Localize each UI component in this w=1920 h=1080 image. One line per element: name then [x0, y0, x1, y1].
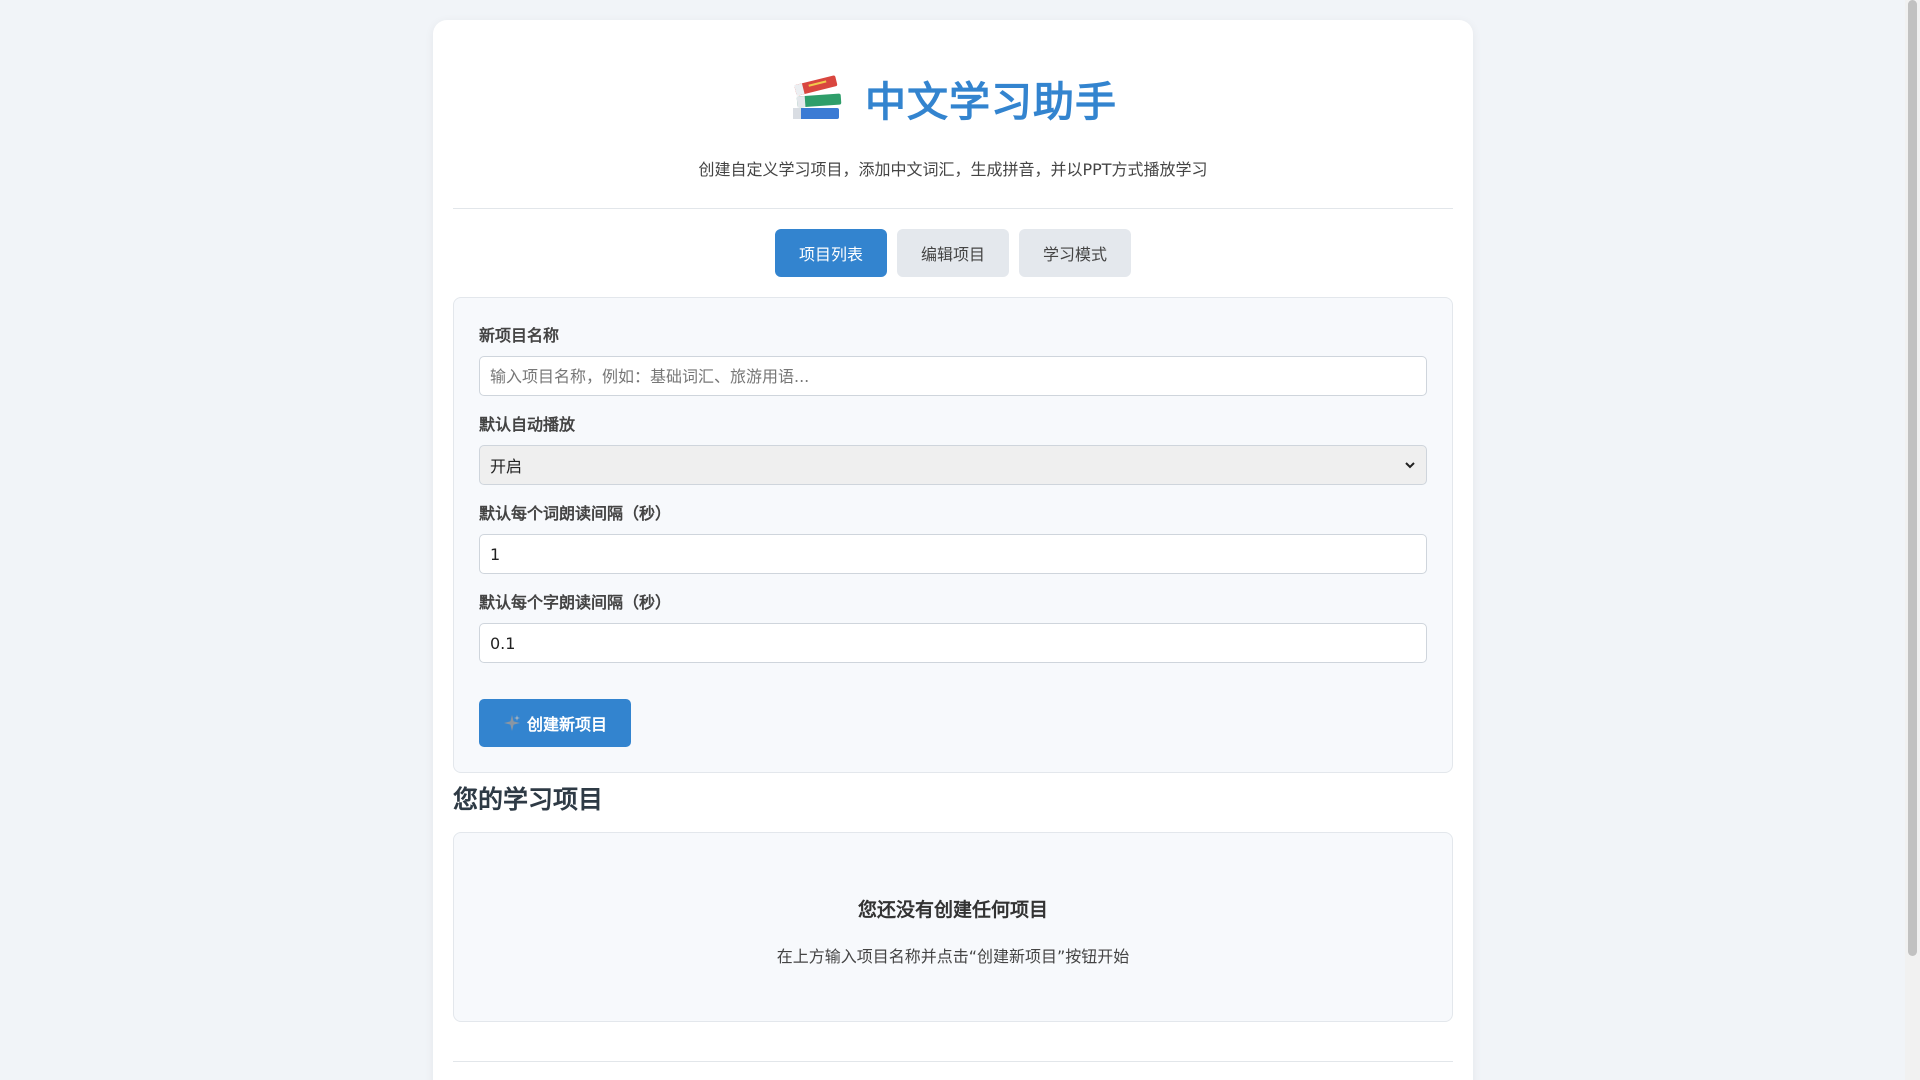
autoplay-selected-value: 开启 [490, 457, 523, 476]
tab-study-mode[interactable]: 学习模式 [1019, 229, 1131, 277]
project-name-label: 新项目名称 [479, 326, 560, 345]
scrollbar-thumb[interactable] [1908, 0, 1917, 956]
empty-projects-panel: 您还没有创建任何项目 在上方输入项目名称并点击“创建新项目”按钮开始 [453, 832, 1453, 1022]
page-scrollbar[interactable] [1905, 0, 1920, 1080]
footer-divider [453, 1061, 1453, 1062]
empty-state-hint: 在上方输入项目名称并点击“创建新项目”按钮开始 [776, 947, 1130, 966]
tab-project-list[interactable]: 项目列表 [775, 229, 887, 277]
project-name-input[interactable] [479, 356, 1427, 396]
main-card: 中文学习助手 创建自定义学习项目，添加中文词汇，生成拼音，并以PPT方式播放学习… [433, 20, 1473, 1080]
chevron-down-icon [1405, 462, 1415, 469]
autoplay-label: 默认自动播放 [479, 415, 576, 434]
header-divider [453, 208, 1453, 209]
autoplay-select[interactable]: 开启 [479, 445, 1427, 485]
tab-bar: 项目列表 编辑项目 学习模式 [433, 229, 1473, 277]
char-interval-label: 默认每个字朗读间隔（秒） [479, 593, 672, 612]
sparkle-icon [503, 715, 520, 731]
create-project-label: 创建新项目 [526, 715, 607, 734]
header: 中文学习助手 创建自定义学习项目，添加中文词汇，生成拼音，并以PPT方式播放学习 [433, 20, 1473, 180]
page: 中文学习助手 创建自定义学习项目，添加中文词汇，生成拼音，并以PPT方式播放学习… [0, 0, 1920, 1080]
projects-section-title: 您的学习项目 [453, 785, 604, 814]
app-title: 中文学习助手 [865, 78, 1117, 126]
app-subtitle: 创建自定义学习项目，添加中文词汇，生成拼音，并以PPT方式播放学习 [698, 160, 1208, 179]
word-interval-label: 默认每个词朗读间隔（秒） [479, 504, 672, 523]
create-project-button[interactable]: 创建新项目 [479, 699, 631, 747]
word-interval-input[interactable] [479, 534, 1427, 574]
new-project-form: 新项目名称 默认自动播放 开启 默认每个词朗读间隔（秒） 默认每个字朗读间隔（秒… [453, 297, 1453, 773]
char-interval-input[interactable] [479, 623, 1427, 663]
title-row: 中文学习助手 [433, 68, 1473, 128]
empty-state-title: 您还没有创建任何项目 [857, 899, 1048, 921]
books-icon [793, 75, 842, 119]
tab-edit-project[interactable]: 编辑项目 [897, 229, 1009, 277]
